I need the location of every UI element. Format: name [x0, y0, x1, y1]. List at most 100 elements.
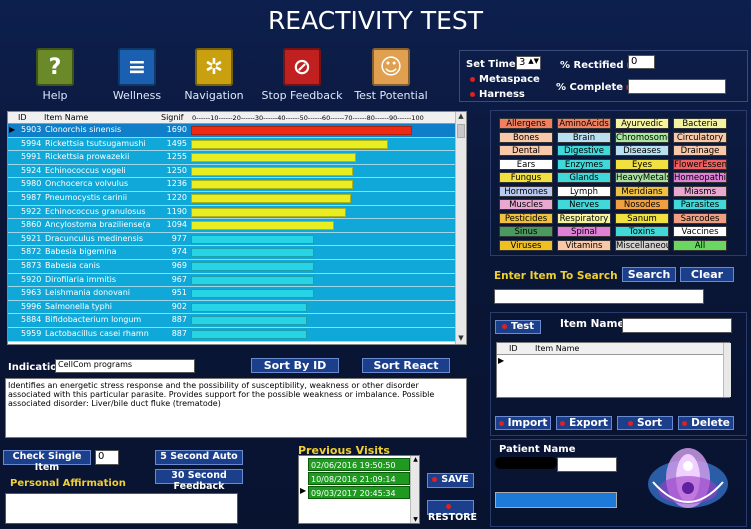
visit-item[interactable]: 02/06/2016 19:50:50 — [308, 458, 410, 471]
category-nosodes[interactable]: Nosodes — [615, 199, 669, 210]
test-list-scrollbar[interactable] — [723, 343, 731, 397]
category-ayurvedic[interactable]: Ayurvedic — [615, 118, 669, 129]
category-viruses[interactable]: Viruses — [499, 239, 553, 251]
test-button[interactable]: Test — [495, 320, 541, 334]
table-row[interactable]: 5994 Rickettsia tsutsugamushi 1495 — [8, 137, 456, 152]
table-row[interactable]: 5884 Bifidobacterium longum 887 — [8, 314, 456, 328]
category-aminoacids[interactable]: AminoAcids — [557, 118, 611, 129]
save-button[interactable]: SAVE — [427, 473, 474, 488]
table-row[interactable]: 5920 Dirofilaria immitis 967 — [8, 273, 456, 288]
check-single-item-button[interactable]: Check Single Item — [3, 450, 91, 473]
stop-feedback-button[interactable]: ⊘ Stop Feedback — [257, 48, 347, 102]
scroll-down-icon[interactable]: ▼ — [411, 516, 420, 523]
scroll-up-icon[interactable]: ▲ — [456, 112, 466, 122]
category-ears[interactable]: Ears — [499, 158, 553, 170]
table-row[interactable]: 5963 Leishmania donovani 951 — [8, 287, 456, 301]
test-potential-button[interactable]: ☺ Test Potential — [346, 48, 436, 102]
metaspace-option[interactable]: Metaspace — [470, 74, 540, 85]
visits-scrollbar[interactable]: ▲ ▼ — [410, 456, 419, 523]
category-enzymes[interactable]: Enzymes — [557, 158, 611, 170]
category-miscellaneous[interactable]: Miscellaneous — [615, 239, 669, 251]
rectified-input[interactable]: 0 — [628, 55, 655, 69]
category-diseases[interactable]: Diseases — [615, 145, 669, 156]
thirty-second-feedback-button[interactable]: 30 Second Feedback — [155, 469, 243, 492]
search-button[interactable]: Search — [622, 267, 676, 282]
indication-input[interactable]: CellCom programs — [55, 359, 195, 373]
sort-button[interactable]: Sort — [617, 416, 673, 430]
scroll-up-icon[interactable]: ▲ — [411, 456, 420, 463]
category-digestive[interactable]: Digestive — [557, 145, 611, 156]
check-single-input[interactable]: 0 — [95, 450, 119, 465]
col-signif[interactable]: Signif — [161, 113, 184, 122]
delete-button[interactable]: Delete — [678, 416, 734, 430]
category-chromosomes[interactable]: Chromosomes — [615, 131, 669, 143]
table-row[interactable]: 5987 Pneumocystis carinii 1220 — [8, 192, 456, 206]
sort-react-button[interactable]: Sort React — [362, 358, 450, 373]
category-toxins[interactable]: Toxins — [615, 226, 669, 237]
patient-name-input[interactable] — [557, 457, 617, 472]
help-button[interactable]: ? Help — [10, 48, 100, 102]
table-row[interactable]: 5872 Babesia bigemina 974 — [8, 246, 456, 260]
table-row[interactable]: 5991 Rickettsia prowazekii 1255 — [8, 151, 456, 165]
category-respiratory[interactable]: Respiratory — [557, 212, 611, 224]
table-row[interactable]: 5959 Lactobacillus casei rhamn 887 — [8, 328, 456, 342]
category-parasites[interactable]: Parasites — [673, 199, 727, 210]
category-fungus[interactable]: Fungus — [499, 172, 553, 183]
category-spinal[interactable]: Spinal — [557, 226, 611, 237]
table-row[interactable]: ▶ 5903 Clonorchis sinensis 1690 — [8, 124, 456, 138]
category-heavymetals[interactable]: HeavyMetals — [615, 172, 669, 183]
visit-item[interactable]: 10/08/2016 21:09:14 — [308, 472, 410, 485]
table-row[interactable]: 5980 Onchocerca volvulus 1236 — [8, 178, 456, 192]
table-row[interactable]: 5921 Dracunculus medinensis 977 — [8, 232, 456, 247]
category-allergens[interactable]: Allergens — [499, 118, 553, 129]
category-hormones[interactable]: Hormones — [499, 185, 553, 197]
col-id[interactable]: ID — [18, 113, 27, 122]
category-meridians[interactable]: Meridians — [615, 185, 669, 197]
table-row[interactable]: 5873 Babesia canis 969 — [8, 260, 456, 274]
category-all[interactable]: All — [673, 239, 727, 251]
category-circulatory[interactable]: Circulatory — [673, 131, 727, 143]
category-bones[interactable]: Bones — [499, 131, 553, 143]
five-second-auto-button[interactable]: 5 Second Auto — [155, 450, 243, 465]
search-input[interactable] — [494, 289, 704, 304]
complete-input[interactable] — [628, 79, 726, 94]
col-item-name[interactable]: Item Name — [44, 113, 88, 122]
restore-button[interactable]: RESTORE — [427, 500, 477, 523]
category-muscles[interactable]: Muscles — [499, 199, 553, 210]
category-miasms[interactable]: Miasms — [673, 185, 727, 197]
category-sarcodes[interactable]: Sarcodes — [673, 212, 727, 224]
category-nerves[interactable]: Nerves — [557, 199, 611, 210]
scroll-thumb[interactable] — [457, 124, 465, 138]
table-row[interactable]: 5922 Echinococcus granulosus 1190 — [8, 205, 456, 220]
table-row[interactable]: 5996 Salmonella typhi 902 — [8, 300, 456, 315]
category-sinus[interactable]: Sinus — [499, 226, 553, 237]
table-row[interactable]: 5924 Echinococcus vogeli 1250 — [8, 164, 456, 179]
category-vaccines[interactable]: Vaccines — [673, 226, 727, 237]
test-list[interactable]: ID Item Name ▶ — [496, 342, 731, 398]
table-row[interactable]: 5860 Ancylostoma braziliense(a 1094 — [8, 219, 456, 233]
sort-by-id-button[interactable]: Sort By ID — [251, 358, 339, 373]
results-grid[interactable]: ID Item Name Signif 0------10------20---… — [7, 111, 467, 345]
category-floweressence[interactable]: FlowerEssence — [673, 158, 727, 170]
category-brain[interactable]: Brain — [557, 131, 611, 143]
col-id[interactable]: ID — [509, 344, 518, 353]
import-button[interactable]: Import — [495, 416, 551, 430]
export-button[interactable]: Export — [556, 416, 612, 430]
category-sanum[interactable]: Sanum — [615, 212, 669, 224]
category-eyes[interactable]: Eyes — [615, 158, 669, 170]
category-homeopathic[interactable]: Homeopathic — [673, 172, 727, 183]
scroll-down-icon[interactable]: ▼ — [456, 334, 466, 344]
affirmation-input[interactable] — [5, 493, 238, 524]
category-lymph[interactable]: Lymph — [557, 185, 611, 197]
col-item-name[interactable]: Item Name — [535, 344, 579, 353]
item-name-input[interactable] — [622, 318, 732, 333]
category-drainage[interactable]: Drainage — [673, 145, 727, 156]
set-time-spinner[interactable]: 3 ▲▼ — [516, 56, 541, 70]
clear-button[interactable]: Clear — [680, 267, 734, 282]
category-bacteria[interactable]: Bacteria — [673, 118, 727, 129]
category-glands[interactable]: Glands — [557, 172, 611, 183]
category-vitamins[interactable]: Vitamins — [557, 239, 611, 251]
category-dental[interactable]: Dental — [499, 145, 553, 156]
visit-item[interactable]: 09/03/2017 20:45:34 — [308, 486, 410, 499]
visits-list[interactable]: 02/06/2016 19:50:50 10/08/2016 21:09:14 09… — [298, 455, 420, 524]
